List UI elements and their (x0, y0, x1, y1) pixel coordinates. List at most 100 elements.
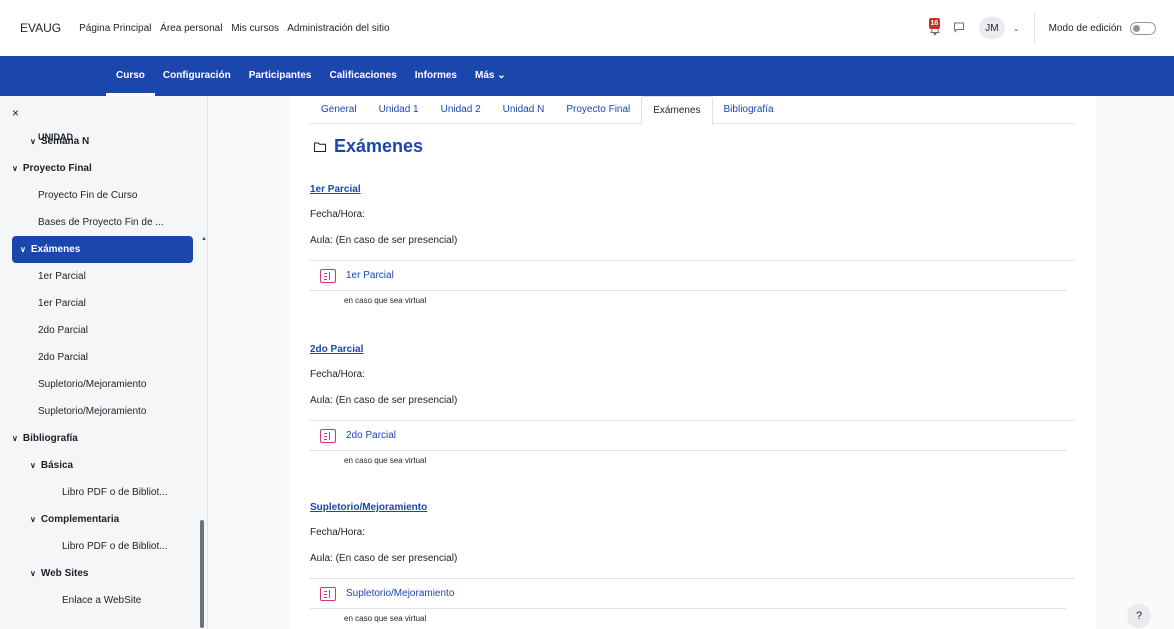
course-index-drawer: × UNIDAD ▲ ∨ Semana N ∨ Proyecto Final Proye… (0, 96, 208, 629)
primary-navigation: Página Principal Área personal Mis curso… (79, 23, 395, 34)
sidebar-item-label: Supletorio/Mejoramiento (38, 379, 147, 390)
tab-general[interactable]: General (310, 96, 368, 123)
edit-mode-toggle[interactable] (1130, 21, 1156, 35)
sidebar-item-enlace-a-website[interactable]: Enlace a WebSite (0, 587, 200, 614)
section-tabs: General Unidad 1 Unidad 2 Unidad N Proyecto … (310, 96, 1074, 125)
sidebar-item-proyecto-final[interactable]: ∨ Proyecto Final (0, 155, 200, 182)
messages-button[interactable] (953, 21, 965, 36)
site-brand[interactable]: EVAUG (20, 21, 61, 35)
tab-course[interactable]: Curso (106, 56, 155, 96)
exam-block: Supletorio/Mejoramiento Fecha/Hora: Aula: … (310, 502, 1074, 629)
sidebar-scrollbar[interactable] (200, 520, 204, 628)
chevron-down-icon[interactable]: ⌄ (1013, 24, 1020, 33)
user-avatar[interactable]: JM (978, 17, 1005, 39)
sidebar-item-label: Proyecto Final (22, 163, 92, 174)
tab-reports[interactable]: Informes (415, 56, 457, 96)
tab-proyecto-final[interactable]: Proyecto Final (555, 96, 641, 123)
section-title-text: Exámenes (334, 136, 424, 156)
chat-icon (953, 22, 964, 33)
sidebar-item-label: 2do Parcial (38, 325, 89, 336)
sidebar-item-label: Libro PDF o de Bibliot... (62, 487, 168, 498)
chevron-down-icon[interactable]: ∨ (12, 155, 18, 182)
nav-dashboard[interactable]: Área personal (160, 23, 222, 34)
sidebar-item-2do-parcial[interactable]: 2do Parcial (0, 344, 200, 371)
tab-settings[interactable]: Configuración (163, 56, 231, 96)
tab-unidad-n[interactable]: Unidad N (492, 96, 556, 123)
sidebar-item-bibliografia[interactable]: ∨ Bibliografía (0, 425, 200, 452)
activity-link[interactable]: 2do Parcial (346, 430, 396, 441)
activity-row[interactable]: 2do Parcial (310, 421, 1066, 451)
exam-title-link[interactable]: 1er Parcial (310, 184, 1074, 198)
chevron-down-icon[interactable]: ∨ (30, 128, 36, 155)
sidebar-item-libro-pdf-o-de-bibliot[interactable]: Libro PDF o de Bibliot... (0, 533, 200, 560)
sidebar-item-supletorio-mejoramiento[interactable]: Supletorio/Mejoramiento (0, 398, 200, 425)
sidebar-item-complementaria[interactable]: ∨ Complementaria (0, 506, 200, 533)
help-button[interactable]: ? (1127, 604, 1151, 628)
notifications-button[interactable]: 16 (928, 18, 945, 36)
sidebar-item-label: Bases de Proyecto Fin de ... (38, 217, 164, 228)
tab-unidad-1[interactable]: Unidad 1 (368, 96, 430, 123)
sidebar-item-label: Proyecto Fin de Curso (38, 190, 138, 201)
sidebar-item-label: Bibliografía (22, 433, 78, 444)
assignment-icon (320, 268, 336, 283)
activity-description: en caso que sea virtual (344, 614, 427, 623)
top-navbar: EVAUG Página Principal Área personal Mis… (0, 0, 1174, 56)
sidebar-item-label: 1er Parcial (38, 298, 86, 309)
sidebar-item-basica[interactable]: ∨ Básica (0, 452, 200, 479)
divider (1033, 13, 1035, 43)
tab-examenes[interactable]: Exámenes (641, 96, 713, 125)
sidebar-item-bases-de-proyecto-fin-de[interactable]: Bases de Proyecto Fin de ... (0, 209, 200, 236)
folder-icon (314, 142, 326, 152)
chevron-down-icon[interactable]: ∨ (12, 425, 18, 452)
section-title: Exámenes (314, 136, 423, 157)
activity-row[interactable]: Supletorio/Mejoramiento (310, 579, 1066, 609)
sidebar-item-1er-parcial[interactable]: 1er Parcial (0, 290, 200, 317)
nav-my-courses[interactable]: Mis cursos (231, 23, 279, 34)
assignment-icon (320, 586, 336, 601)
sidebar-item-1er-parcial[interactable]: 1er Parcial (0, 263, 200, 290)
sidebar-item-label: Semana N (40, 136, 90, 147)
chevron-down-icon[interactable]: ∨ (30, 506, 36, 533)
tab-bibliografia[interactable]: Bibliografía (713, 96, 785, 123)
scroll-up-arrow-icon[interactable]: ▲ (201, 236, 207, 242)
sidebar-item-label: 1er Parcial (38, 271, 86, 282)
activity-link[interactable]: 1er Parcial (346, 270, 394, 281)
sidebar-item-proyecto-fin-de-curso[interactable]: Proyecto Fin de Curso (0, 182, 200, 209)
chevron-down-icon[interactable]: ∨ (30, 560, 36, 587)
sidebar-item-label: Supletorio/Mejoramiento (38, 406, 147, 417)
chevron-down-icon[interactable]: ∨ (20, 236, 26, 263)
sidebar-item-label: Enlace a WebSite (62, 595, 142, 606)
course-index-list: ∨ Semana N ∨ Proyecto Final Proyecto Fin de … (0, 128, 200, 614)
sidebar-item-web-sites[interactable]: ∨ Web Sites (0, 560, 200, 587)
user-controls: 16 JM ⌄ Modo de edición (928, 0, 1156, 56)
exam-title-link[interactable]: Supletorio/Mejoramiento (310, 502, 1074, 516)
exam-date: Fecha/Hora: (310, 369, 366, 380)
chevron-down-icon[interactable]: ∨ (30, 452, 36, 479)
tab-grades[interactable]: Calificaciones (330, 56, 397, 96)
exam-room: Aula: (En caso de ser presencial) (310, 235, 458, 246)
close-drawer-button[interactable]: × (12, 106, 19, 120)
sidebar-item-label: Complementaria (40, 514, 120, 525)
sidebar-item-label: Básica (40, 460, 74, 471)
exam-block: 1er Parcial Fecha/Hora: Aula: (En caso de … (310, 184, 1074, 311)
exam-date: Fecha/Hora: (310, 527, 366, 538)
tab-more-label: Más (475, 70, 495, 81)
activity-link[interactable]: Supletorio/Mejoramiento (346, 588, 454, 599)
tab-more[interactable]: Más ⌄ (475, 56, 506, 96)
sidebar-item-label: 2do Parcial (38, 352, 89, 363)
tab-unidad-2[interactable]: Unidad 2 (430, 96, 492, 123)
sidebar-item-2do-parcial[interactable]: 2do Parcial (0, 317, 200, 344)
sidebar-item-libro-pdf-o-de-bibliot[interactable]: Libro PDF o de Bibliot... (0, 479, 200, 506)
tab-participants[interactable]: Participantes (249, 56, 312, 96)
notification-count-badge: 16 (928, 18, 940, 29)
sidebar-item-examenes[interactable]: ∨ Exámenes (12, 236, 193, 263)
nav-site-admin[interactable]: Administración del sitio (287, 23, 389, 34)
course-navigation: Curso Configuración Participantes Califi… (0, 56, 1174, 96)
exam-title-link[interactable]: 2do Parcial (310, 344, 1074, 358)
exam-room: Aula: (En caso de ser presencial) (310, 395, 458, 406)
activity-row[interactable]: 1er Parcial (310, 261, 1066, 291)
nav-home[interactable]: Página Principal (79, 23, 151, 34)
sidebar-item-label: Libro PDF o de Bibliot... (62, 541, 168, 552)
sidebar-item-semana-n[interactable]: ∨ Semana N (0, 128, 200, 155)
sidebar-item-supletorio-mejoramiento[interactable]: Supletorio/Mejoramiento (0, 371, 200, 398)
